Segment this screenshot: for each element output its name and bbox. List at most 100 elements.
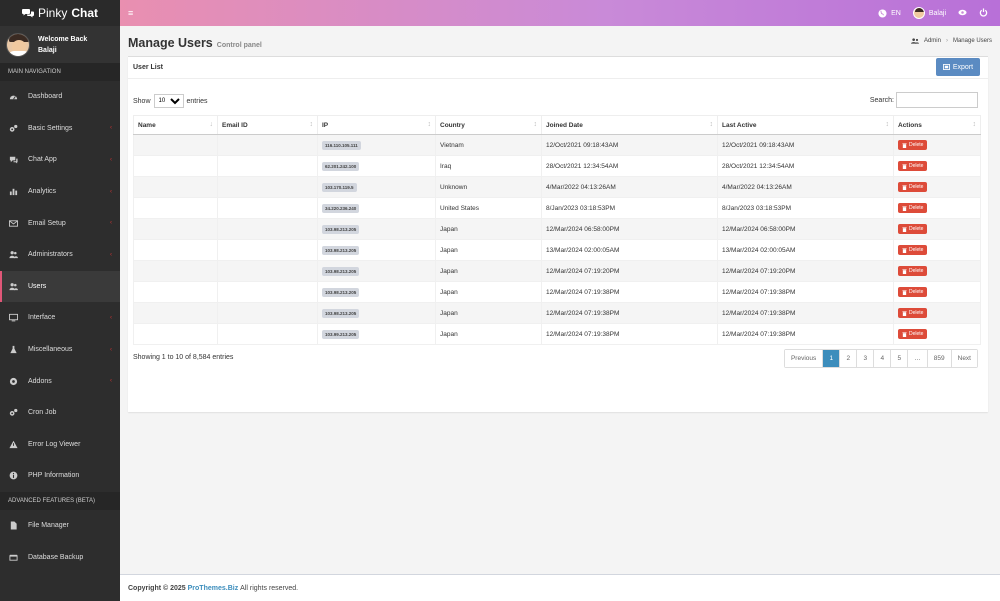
chevron-left-icon: ‹ xyxy=(110,314,112,321)
cell-actions: Delete xyxy=(893,155,981,177)
cell-ip: 103.170.119.5 xyxy=(317,176,436,198)
cell-email xyxy=(217,323,318,345)
cell-email xyxy=(217,218,318,240)
page-subtitle: Control panel xyxy=(216,42,262,49)
column-header-name[interactable]: Name ↓ xyxy=(133,115,218,135)
page-2[interactable]: 2 xyxy=(840,350,858,367)
sidebar-item-label: Interface xyxy=(28,314,56,322)
power-icon[interactable] xyxy=(979,7,988,19)
cell-country: Unknown xyxy=(435,176,542,198)
page-5[interactable]: 5 xyxy=(891,350,909,367)
cell-country: Japan xyxy=(435,218,542,240)
cell-joined: 12/Mar/2024 07:19:20PM xyxy=(541,260,718,282)
sidebar-item-basic-settings[interactable]: Basic Settings ‹ xyxy=(0,113,120,145)
trash-icon xyxy=(902,247,907,253)
nav-header-main: MAIN NAVIGATION xyxy=(0,63,120,81)
welcome-text: Welcome Back xyxy=(38,35,88,43)
cell-joined: 12/Mar/2024 07:19:38PM xyxy=(541,302,718,324)
page-ellipsis: … xyxy=(908,350,928,367)
delete-button[interactable]: Delete xyxy=(898,287,928,297)
sidebar-item-email-setup[interactable]: Email Setup ‹ xyxy=(0,207,120,239)
table-row: 103.99.213.205 Japan 12/Mar/2024 07:19:38P… xyxy=(133,323,981,345)
column-header-ip[interactable]: IP ↕ xyxy=(317,115,436,135)
sidebar-item-users[interactable]: Users xyxy=(0,270,120,303)
table-row: 103.98.213.205 Japan 13/Mar/2024 02:00:05A… xyxy=(133,239,981,261)
brand-bold: Chat xyxy=(71,6,98,20)
delete-button[interactable]: Delete xyxy=(898,203,928,213)
search-label: Search: xyxy=(869,96,894,104)
sidebar-item-miscellaneous[interactable]: Miscellaneous ‹ xyxy=(0,334,120,366)
users-icon xyxy=(9,250,18,259)
sidebar-item-file-manager[interactable]: File Manager xyxy=(0,510,120,542)
content: Manage Users Control panel Admin › Manage… xyxy=(120,26,1000,574)
delete-button[interactable]: Delete xyxy=(898,224,928,234)
delete-button[interactable]: Delete xyxy=(898,245,928,255)
column-header-country[interactable]: Country ↕ xyxy=(435,115,542,135)
sidebar-item-chat-app[interactable]: Chat App ‹ xyxy=(0,144,120,176)
sidebar-item-php-information[interactable]: PHP Information xyxy=(0,460,120,492)
delete-button[interactable]: Delete xyxy=(898,308,928,318)
delete-button[interactable]: Delete xyxy=(898,182,928,192)
cell-actions: Delete xyxy=(893,218,981,240)
sidebar-item-cron-job[interactable]: Cron Job xyxy=(0,397,120,429)
language-label: EN xyxy=(891,9,901,17)
search-input[interactable] xyxy=(896,92,978,108)
cell-ip: 103.98.213.205 xyxy=(317,260,436,282)
sidebar-item-analytics[interactable]: Analytics ‹ xyxy=(0,176,120,208)
sidebar: Pinky Chat Welcome Back Balaji MAIN NAVIG… xyxy=(0,0,120,601)
cell-name xyxy=(133,218,218,240)
page-size-select[interactable]: 10 xyxy=(153,94,184,108)
app-logo[interactable]: Pinky Chat xyxy=(0,0,120,26)
cell-ip: 103.99.213.205 xyxy=(317,323,436,345)
sidebar-item-administrators[interactable]: Administrators ‹ xyxy=(0,239,120,271)
column-header-email-id[interactable]: Email ID ↕ xyxy=(217,115,318,135)
page-859[interactable]: 859 xyxy=(927,350,952,367)
breadcrumb-root[interactable]: Admin xyxy=(924,38,941,44)
table-row: 103.98.213.205 Japan 12/Mar/2024 07:19:38P… xyxy=(133,302,981,324)
file-icon xyxy=(9,521,18,530)
footer-link[interactable]: ProThemes.Biz xyxy=(188,585,239,592)
page-previous[interactable]: Previous xyxy=(784,350,824,367)
sidebar-item-label: Dashboard xyxy=(28,93,63,101)
delete-button[interactable]: Delete xyxy=(898,140,928,150)
sidebar-item-error-log-viewer[interactable]: Error Log Viewer xyxy=(0,429,120,461)
delete-button[interactable]: Delete xyxy=(898,161,928,171)
cell-last-active: 12/Mar/2024 07:19:20PM xyxy=(717,260,894,282)
cell-country: United States xyxy=(435,197,542,219)
sidebar-item-label: Error Log Viewer xyxy=(28,440,81,448)
page-3[interactable]: 3 xyxy=(857,350,875,367)
sidebar-item-interface[interactable]: Interface ‹ xyxy=(0,302,120,334)
breadcrumb-current: Manage Users xyxy=(952,38,992,44)
ip-badge: 34.220.236.240 xyxy=(322,203,360,213)
sidebar-item-dashboard[interactable]: Dashboard xyxy=(0,81,120,113)
page-1[interactable]: 1 xyxy=(823,350,841,367)
cell-joined: 28/Oct/2021 12:34:54AM xyxy=(541,155,718,177)
cell-joined: 12/Oct/2021 09:18:43AM xyxy=(541,134,718,156)
cell-joined: 12/Mar/2024 07:19:38PM xyxy=(541,323,718,345)
pagination: Previous 1 2 3 4 5… 859 Next xyxy=(783,349,978,368)
user-panel: Welcome Back Balaji xyxy=(0,26,120,63)
language-selector[interactable]: EN xyxy=(878,8,901,18)
cell-ip: 103.98.213.205 xyxy=(317,281,436,303)
column-header-joined-date[interactable]: Joined Date ↕ xyxy=(541,115,718,135)
trash-icon xyxy=(902,205,907,211)
user-menu[interactable]: Balaji xyxy=(912,7,946,19)
chevron-left-icon: ‹ xyxy=(110,220,112,227)
chevron-left-icon: ‹ xyxy=(110,188,112,195)
chevron-left-icon: ‹ xyxy=(110,156,112,163)
page-4[interactable]: 4 xyxy=(874,350,892,367)
hamburger-icon[interactable]: ≡ xyxy=(128,8,133,18)
delete-button[interactable]: Delete xyxy=(898,329,928,339)
column-header-last-active[interactable]: Last Active ↕ xyxy=(717,115,894,135)
search-control: Search: xyxy=(870,92,978,108)
sidebar-item-label: File Manager xyxy=(28,522,69,530)
delete-button[interactable]: Delete xyxy=(898,266,928,276)
column-header-actions[interactable]: Actions ↕ xyxy=(893,115,981,135)
sidebar-item-addons[interactable]: Addons ‹ xyxy=(0,365,120,397)
export-button[interactable]: Export xyxy=(936,58,980,76)
eye-icon[interactable] xyxy=(958,9,967,18)
chevron-left-icon: ‹ xyxy=(110,251,112,258)
page-next[interactable]: Next xyxy=(951,350,977,367)
sidebar-item-database-backup[interactable]: Database Backup xyxy=(0,541,120,573)
sidebar-item-label: Email Setup xyxy=(28,219,66,227)
